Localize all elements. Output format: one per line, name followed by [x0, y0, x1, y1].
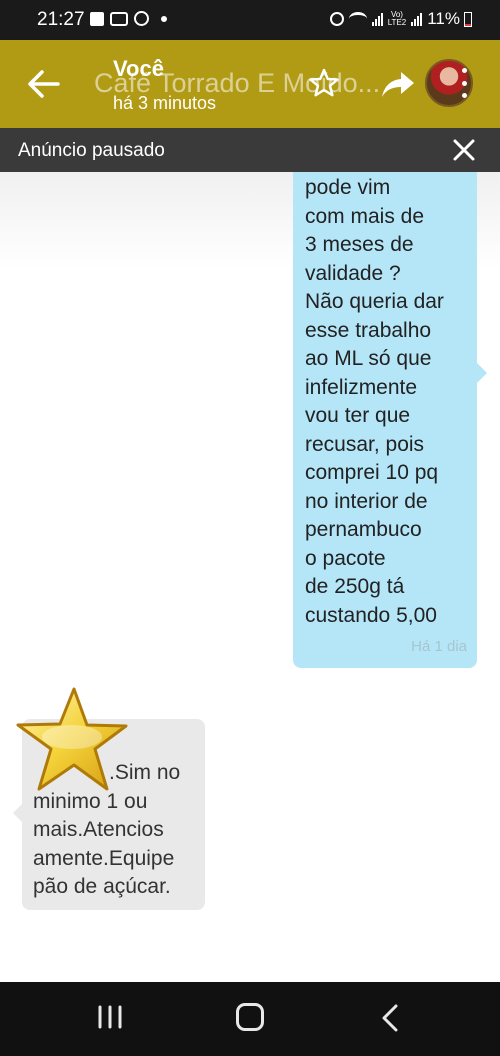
system-nav-bar: [0, 982, 500, 1056]
alarm-icon: [329, 12, 344, 26]
message-line: comprei 10 pq: [305, 461, 439, 484]
message-line: pernambuco: [305, 518, 422, 541]
message-line: 3 meses de: [305, 233, 414, 256]
status-system-icons: Vo) LTE2 11%: [329, 9, 472, 29]
message-line: ao ML só que: [305, 347, 432, 370]
message-line: esse trabalho: [305, 318, 432, 342]
sender-name: Você: [113, 56, 164, 81]
network-label: Vo) LTE2: [387, 10, 407, 27]
message-line: infelizmente: [305, 375, 418, 399]
message-line: pão de açúcar.: [33, 875, 171, 898]
close-icon[interactable]: [452, 138, 476, 162]
message-line: pode vim: [305, 176, 391, 199]
message-line: o pacote: [305, 546, 386, 570]
nav-back-icon[interactable]: [380, 1003, 400, 1033]
message-timestamp: Há 1 dia: [411, 638, 467, 655]
message-line: amente.Equipe: [33, 846, 175, 870]
message-line: de 250g tá: [305, 575, 405, 598]
conversation-header: Café Torrado E Moído... Você há 3 minuto…: [0, 40, 500, 128]
message-line: Não queria dar: [305, 290, 444, 313]
kebab-menu-icon[interactable]: [462, 68, 468, 98]
signal-icon: [371, 12, 383, 26]
outgoing-message-text: pode vim com mais de 3 meses de validade…: [305, 174, 473, 630]
outgoing-message-bubble[interactable]: pode vim com mais de 3 meses de validade…: [293, 172, 487, 668]
battery-percent: 11%: [427, 9, 460, 28]
last-seen: há 3 minutos: [113, 93, 217, 113]
message-line: com mais de: [305, 204, 425, 228]
message-line: mais.Atencios: [33, 818, 164, 841]
incognito-icon: [110, 11, 128, 26]
whatsapp-icon: [134, 11, 149, 26]
share-icon[interactable]: [381, 70, 415, 98]
image-icon: [90, 11, 104, 26]
message-line: recusar, pois: [305, 432, 425, 456]
status-notification-icons: [90, 11, 167, 26]
home-icon[interactable]: [236, 1003, 264, 1031]
message-line: custando 5,00: [305, 603, 437, 627]
battery-icon: [464, 12, 472, 27]
wifi-icon: [348, 12, 367, 26]
back-arrow-icon[interactable]: [26, 69, 60, 99]
status-time: 21:27: [37, 9, 85, 30]
message-line: validade ?: [305, 261, 401, 285]
notification-dot-icon: [161, 15, 167, 22]
star-outline-icon[interactable]: [309, 68, 339, 98]
paused-notice-text: Anúncio pausado: [18, 140, 165, 161]
recent-apps-icon[interactable]: [97, 1005, 123, 1029]
message-line: no interior de: [305, 489, 428, 513]
status-bar: 21:27 Vo) LTE2 11%: [0, 0, 500, 40]
chat-area[interactable]: pode vim com mais de 3 meses de validade…: [0, 172, 500, 982]
message-line: vou ter que: [305, 404, 411, 427]
signal-2-icon: [411, 12, 423, 26]
star-sticker-icon: [16, 687, 128, 791]
paused-notice-bar: Anúncio pausado: [0, 128, 500, 172]
